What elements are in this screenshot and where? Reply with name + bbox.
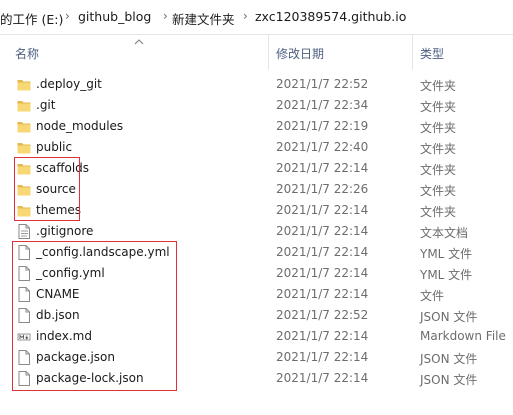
file-modified-date: 2021/1/7 22:14	[276, 329, 369, 343]
file-row[interactable]: .gitignore 2021/1/7 22:14 文本文档	[0, 221, 513, 242]
file-modified-date: 2021/1/7 22:14	[276, 203, 369, 217]
file-modified-date: 2021/1/7 22:14	[276, 371, 369, 385]
file-type: YML 文件	[420, 247, 473, 261]
column-resize-handle[interactable]	[268, 34, 269, 70]
column-header-date[interactable]: 修改日期	[276, 45, 324, 62]
file-type: 文本文档	[420, 226, 469, 240]
file-row[interactable]: public 2021/1/7 22:40 文件夹	[0, 137, 513, 158]
breadcrumb-github-blog[interactable]: github_blog	[78, 9, 151, 24]
file-modified-date: 2021/1/7 22:14	[276, 350, 369, 364]
file-type: 文件夹	[420, 142, 457, 156]
file-modified-date: 2021/1/7 22:14	[276, 224, 369, 238]
file-modified-date: 2021/1/7 22:40	[276, 140, 369, 154]
column-header-row: 名称 修改日期 类型	[0, 35, 513, 69]
file-name: .deploy_git	[36, 77, 102, 91]
file-type: 文件夹	[420, 163, 457, 177]
file-modified-date: 2021/1/7 22:26	[276, 182, 369, 196]
highlight-box-folders	[14, 157, 80, 221]
file-modified-date: 2021/1/7 22:14	[276, 161, 369, 175]
breadcrumb-separator[interactable]: ›	[163, 9, 168, 23]
file-modified-date: 2021/1/7 22:52	[276, 77, 369, 91]
file-type: Markdown File	[420, 329, 506, 343]
file-type: 文件夹	[420, 121, 457, 135]
file-modified-date: 2021/1/7 22:34	[276, 98, 369, 112]
file-name: .gitignore	[36, 224, 94, 238]
file-type: 文件夹	[420, 79, 457, 93]
file-type: 文件	[420, 289, 445, 303]
file-type: JSON 文件	[420, 373, 478, 387]
file-modified-date: 2021/1/7 22:14	[276, 287, 369, 301]
folder-icon	[17, 77, 31, 92]
breadcrumb-current-folder[interactable]: zxc120389574.github.io	[255, 9, 406, 24]
breadcrumb-separator[interactable]: ›	[243, 9, 248, 23]
file-name: node_modules	[36, 119, 124, 133]
breadcrumb-separator[interactable]: ›	[65, 9, 70, 23]
folder-icon	[17, 119, 31, 134]
folder-icon	[17, 98, 31, 113]
file-modified-date: 2021/1/7 22:14	[276, 245, 369, 259]
file-row[interactable]: node_modules 2021/1/7 22:19 文件夹	[0, 116, 513, 137]
file-type: 文件夹	[420, 100, 457, 114]
file-type: JSON 文件	[420, 310, 478, 324]
breadcrumb-drive[interactable]: 的工作 (E:)	[0, 9, 63, 28]
highlight-box-files	[12, 241, 177, 391]
file-modified-date: 2021/1/7 22:52	[276, 308, 369, 322]
file-type: 文件夹	[420, 184, 457, 198]
file-type: JSON 文件	[420, 352, 478, 366]
file-type: YML 文件	[420, 268, 473, 282]
sort-ascending-icon	[134, 39, 144, 45]
file-type: 文件夹	[420, 205, 457, 219]
file-row[interactable]: .deploy_git 2021/1/7 22:52 文件夹	[0, 74, 513, 95]
file-modified-date: 2021/1/7 22:19	[276, 119, 369, 133]
file-row[interactable]: .git 2021/1/7 22:34 文件夹	[0, 95, 513, 116]
column-header-name[interactable]: 名称	[15, 45, 39, 62]
file-name: .git	[36, 98, 56, 112]
address-bar[interactable]: 的工作 (E:) › github_blog › 新建文件夹 › zxc1203…	[0, 0, 513, 35]
file-name: public	[36, 140, 73, 154]
column-resize-handle[interactable]	[412, 34, 413, 70]
file-modified-date: 2021/1/7 22:14	[276, 266, 369, 280]
folder-icon	[17, 140, 31, 155]
breadcrumb-new-folder[interactable]: 新建文件夹	[172, 9, 235, 28]
column-header-type[interactable]: 类型	[420, 45, 444, 62]
text-file-icon	[17, 224, 31, 239]
